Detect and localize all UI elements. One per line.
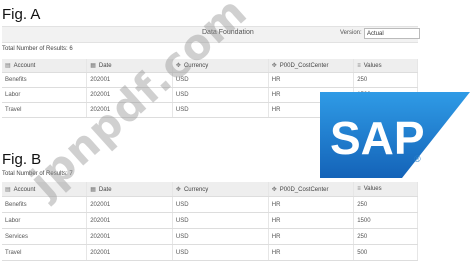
table-cell: USD bbox=[172, 196, 269, 213]
table-cell: 202001 bbox=[86, 228, 173, 245]
table-cell: 250 bbox=[353, 228, 418, 245]
version-label: Version: bbox=[340, 30, 362, 36]
column-header-label: Values bbox=[363, 186, 382, 192]
dimension-icon: ✥ bbox=[271, 63, 277, 69]
table-cell: Travel bbox=[2, 102, 88, 118]
sap-logo: SAP bbox=[320, 92, 470, 178]
measure-icon: ≡ bbox=[357, 62, 361, 69]
table-cell: Benefits bbox=[2, 196, 88, 213]
table-row: Services 202001 USD HR 250 bbox=[2, 228, 418, 245]
column-header[interactable]: ✥ P00D_CostCenter bbox=[268, 59, 355, 73]
measure-icon: ≡ bbox=[357, 186, 361, 192]
column-header-label: P00D_CostCenter bbox=[279, 63, 329, 69]
table-cell: USD bbox=[172, 212, 269, 229]
column-header[interactable]: ≡ Values bbox=[353, 59, 418, 73]
table-cell: 250 bbox=[353, 72, 418, 88]
table-icon: ▤ bbox=[5, 186, 11, 193]
table-cell: USD bbox=[172, 102, 269, 118]
table-row: Benefits 202001 USD HR 250 bbox=[2, 196, 418, 213]
column-header-label: Date bbox=[98, 186, 112, 193]
table-cell: 1500 bbox=[353, 212, 418, 229]
table-row: Benefits 202001 USD HR 250 bbox=[2, 72, 418, 88]
table-icon: ▤ bbox=[5, 63, 11, 69]
table-cell: 250 bbox=[353, 196, 418, 213]
table-row: Travel 202001 USD HR 500 bbox=[2, 244, 418, 261]
version-select[interactable]: Actual bbox=[364, 28, 420, 39]
table-cell: USD bbox=[172, 244, 269, 261]
table-cell: 202001 bbox=[86, 196, 173, 213]
fig-a-results-count: Total Number of Results: 6 bbox=[2, 46, 73, 52]
table-cell: HR bbox=[268, 196, 355, 213]
calendar-icon: ▦ bbox=[90, 63, 96, 69]
column-header[interactable]: ✥ Currency bbox=[172, 182, 269, 197]
column-header-label: Currency bbox=[183, 186, 209, 193]
table-row: Labor202001USDHR1500 bbox=[2, 212, 418, 229]
column-header[interactable]: ▤ Account bbox=[2, 59, 88, 73]
column-header-label: P00D_CostCenter bbox=[279, 186, 329, 193]
table-cell: USD bbox=[172, 87, 269, 103]
registered-mark: ® bbox=[414, 154, 421, 164]
column-header[interactable]: ✥ P00D_CostCenter bbox=[268, 182, 355, 197]
table-cell: HR bbox=[268, 244, 355, 261]
column-header-label: Date bbox=[98, 63, 112, 69]
table-cell: Labor bbox=[2, 87, 88, 103]
table-cell: Benefits bbox=[2, 72, 88, 88]
table-cell: 202001 bbox=[86, 244, 173, 261]
table-cell: Travel bbox=[2, 244, 88, 261]
dimension-icon: ✥ bbox=[271, 186, 277, 193]
column-header-label: Values bbox=[363, 62, 382, 69]
dimension-icon: ✥ bbox=[175, 186, 181, 193]
table-cell: 202001 bbox=[86, 212, 173, 229]
table-cell: HR bbox=[268, 228, 355, 245]
sap-logo-text: SAP bbox=[330, 112, 425, 164]
table-cell: 500 bbox=[353, 244, 418, 261]
calendar-icon: ▦ bbox=[90, 186, 96, 193]
table-cell: HR bbox=[268, 212, 355, 229]
column-header[interactable]: ≡ Values bbox=[353, 182, 418, 197]
table-cell: HR bbox=[268, 72, 355, 88]
fig-a-label: Fig. A bbox=[2, 6, 41, 23]
column-header-label: Account bbox=[13, 63, 36, 69]
table-cell: Services bbox=[2, 228, 88, 245]
table-cell: USD bbox=[172, 228, 269, 245]
column-header[interactable]: ▦ Date bbox=[86, 182, 173, 197]
column-header-label: Account bbox=[13, 186, 36, 193]
table-cell: Labor bbox=[2, 212, 88, 229]
